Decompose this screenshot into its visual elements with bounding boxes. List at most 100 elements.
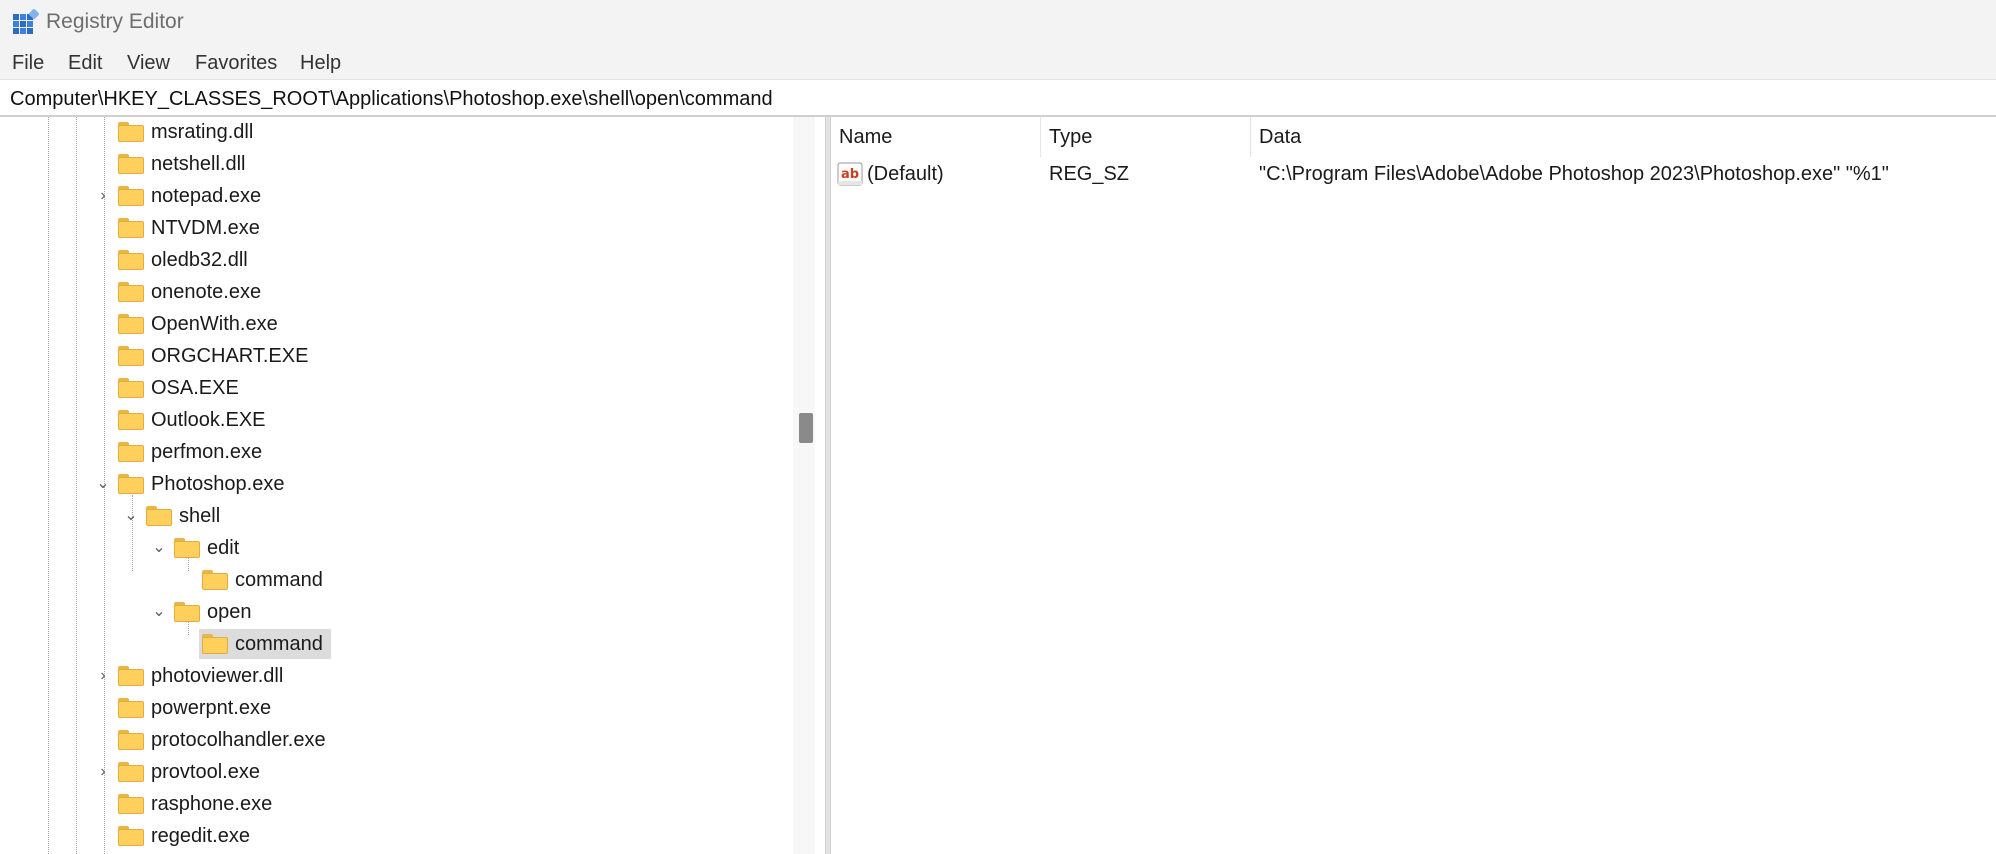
tree-item-label: command <box>235 633 323 655</box>
key-tree[interactable]: msrating.dll netshell.dll › notepad.exe … <box>0 117 827 854</box>
folder-icon <box>118 250 144 270</box>
folder-icon <box>118 378 144 398</box>
tree-item[interactable]: ⌄ Photoshop.exe <box>0 469 790 499</box>
tree-item-label: netshell.dll <box>151 153 246 175</box>
menu-favorites[interactable]: Favorites <box>195 51 277 75</box>
tree-item[interactable]: onenote.exe <box>0 277 790 307</box>
folder-icon <box>118 154 144 174</box>
menu-view[interactable]: View <box>127 51 170 75</box>
tree-item-label: ORGCHART.EXE <box>151 345 309 367</box>
tree-item[interactable]: ORGCHART.EXE <box>0 341 790 371</box>
menu-file[interactable]: File <box>12 51 44 75</box>
chevron-down-icon[interactable]: ⌄ <box>151 533 167 563</box>
tree-item[interactable]: oledb32.dll <box>0 245 790 275</box>
tree-item[interactable]: › provtool.exe <box>0 757 790 787</box>
chevron-down-icon[interactable]: ⌄ <box>95 469 111 499</box>
column-header-type[interactable]: Type <box>1041 117 1251 157</box>
string-value-ab-icon: ab <box>837 162 863 186</box>
value-type: REG_SZ <box>1049 163 1130 185</box>
value-data: "C:\Program Files\Adobe\Adobe Photoshop … <box>1259 163 1889 185</box>
tree-item[interactable]: perfmon.exe <box>0 437 790 467</box>
tree-item-label: powerpnt.exe <box>151 697 272 719</box>
values-list[interactable]: Name Type Data ab (Default) REG_SZ "C:\P… <box>831 117 1996 854</box>
folder-icon <box>174 538 200 558</box>
tree-item-label: Outlook.EXE <box>151 409 266 431</box>
tree-item[interactable]: msrating.dll <box>0 117 790 147</box>
tree-item-label: msrating.dll <box>151 121 254 143</box>
chevron-down-icon[interactable]: ⌄ <box>151 597 167 627</box>
window-title: Registry Editor <box>46 10 184 33</box>
tree-item-label: provtool.exe <box>151 761 260 783</box>
chevron-down-icon[interactable]: ⌄ <box>123 501 139 531</box>
column-header-data[interactable]: Data <box>1251 117 1996 157</box>
tree-scrollbar-thumb[interactable] <box>799 413 813 443</box>
folder-icon <box>118 666 144 686</box>
folder-icon <box>118 186 144 206</box>
folder-icon <box>118 698 144 718</box>
menu-edit[interactable]: Edit <box>68 51 102 75</box>
tree-item-label: perfmon.exe <box>151 441 263 463</box>
chevron-right-icon[interactable]: › <box>95 757 111 787</box>
tree-item[interactable]: rasphone.exe <box>0 789 790 819</box>
tree-item-label: Photoshop.exe <box>151 473 285 495</box>
tree-item[interactable]: regedit.exe <box>0 821 790 851</box>
address-bar[interactable]: Computer\HKEY_CLASSES_ROOT\Applications\… <box>0 80 1996 116</box>
tree-item-label: notepad.exe <box>151 185 262 207</box>
folder-icon <box>174 602 200 622</box>
chevron-right-icon[interactable]: › <box>95 181 111 211</box>
tree-item-label: OpenWith.exe <box>151 313 278 335</box>
tree-item[interactable]: › notepad.exe <box>0 181 790 211</box>
folder-icon <box>118 442 144 462</box>
tree-item-label: shell <box>179 505 221 527</box>
tree-item[interactable]: protocolhandler.exe <box>0 725 790 755</box>
address-path[interactable]: Computer\HKEY_CLASSES_ROOT\Applications\… <box>10 87 773 111</box>
value-name: (Default) <box>867 163 944 185</box>
tree-item[interactable]: OSA.EXE <box>0 373 790 403</box>
tree-item-label: rasphone.exe <box>151 793 273 815</box>
tree-item[interactable]: ⌄ open <box>0 597 790 627</box>
title-bar: Registry Editor <box>0 0 1996 44</box>
tree-item-label: oledb32.dll <box>151 249 248 271</box>
tree-item[interactable]: powerpnt.exe <box>0 693 790 723</box>
menu-help[interactable]: Help <box>300 51 341 75</box>
column-header-name[interactable]: Name <box>831 117 1041 157</box>
folder-icon <box>118 282 144 302</box>
tree-item[interactable]: ⌄ shell <box>0 501 790 531</box>
tree-item-label: command <box>235 569 323 591</box>
svg-text:ab: ab <box>841 167 859 182</box>
tree-item[interactable]: ⌄ edit <box>0 533 790 563</box>
tree-item[interactable]: NTVDM.exe <box>0 213 790 243</box>
folder-icon <box>118 826 144 846</box>
regedit-icon <box>13 9 39 34</box>
tree-item-label: onenote.exe <box>151 281 262 303</box>
folder-icon <box>118 122 144 142</box>
folder-icon <box>202 634 228 654</box>
folder-icon <box>202 570 228 590</box>
folder-icon <box>146 506 172 526</box>
tree-item-label: OSA.EXE <box>151 377 239 399</box>
chevron-right-icon[interactable]: › <box>95 661 111 691</box>
menu-bar: File Edit View Favorites Help <box>0 44 1996 80</box>
tree-item[interactable]: › photoviewer.dll <box>0 661 790 691</box>
tree-item-selected[interactable]: command <box>0 629 790 659</box>
tree-item[interactable]: netshell.dll <box>0 149 790 179</box>
tree-item-label: open <box>207 601 252 623</box>
folder-icon <box>118 762 144 782</box>
folder-icon <box>118 218 144 238</box>
folder-icon <box>118 410 144 430</box>
tree-item-label: edit <box>207 537 240 559</box>
folder-icon <box>118 346 144 366</box>
tree-item[interactable]: Outlook.EXE <box>0 405 790 435</box>
folder-icon <box>118 730 144 750</box>
tree-item[interactable]: OpenWith.exe <box>0 309 790 339</box>
tree-item-label: NTVDM.exe <box>151 217 260 239</box>
folder-icon <box>118 794 144 814</box>
tree-item-label: regedit.exe <box>151 825 250 847</box>
tree-scrollbar[interactable] <box>793 117 815 854</box>
folder-icon <box>118 314 144 334</box>
tree-item[interactable]: command <box>0 565 790 595</box>
value-row[interactable]: ab (Default) REG_SZ "C:\Program Files\Ad… <box>831 157 1996 191</box>
tree-item-label: protocolhandler.exe <box>151 729 326 751</box>
tree-item-label: photoviewer.dll <box>151 665 284 687</box>
folder-icon <box>118 474 144 494</box>
